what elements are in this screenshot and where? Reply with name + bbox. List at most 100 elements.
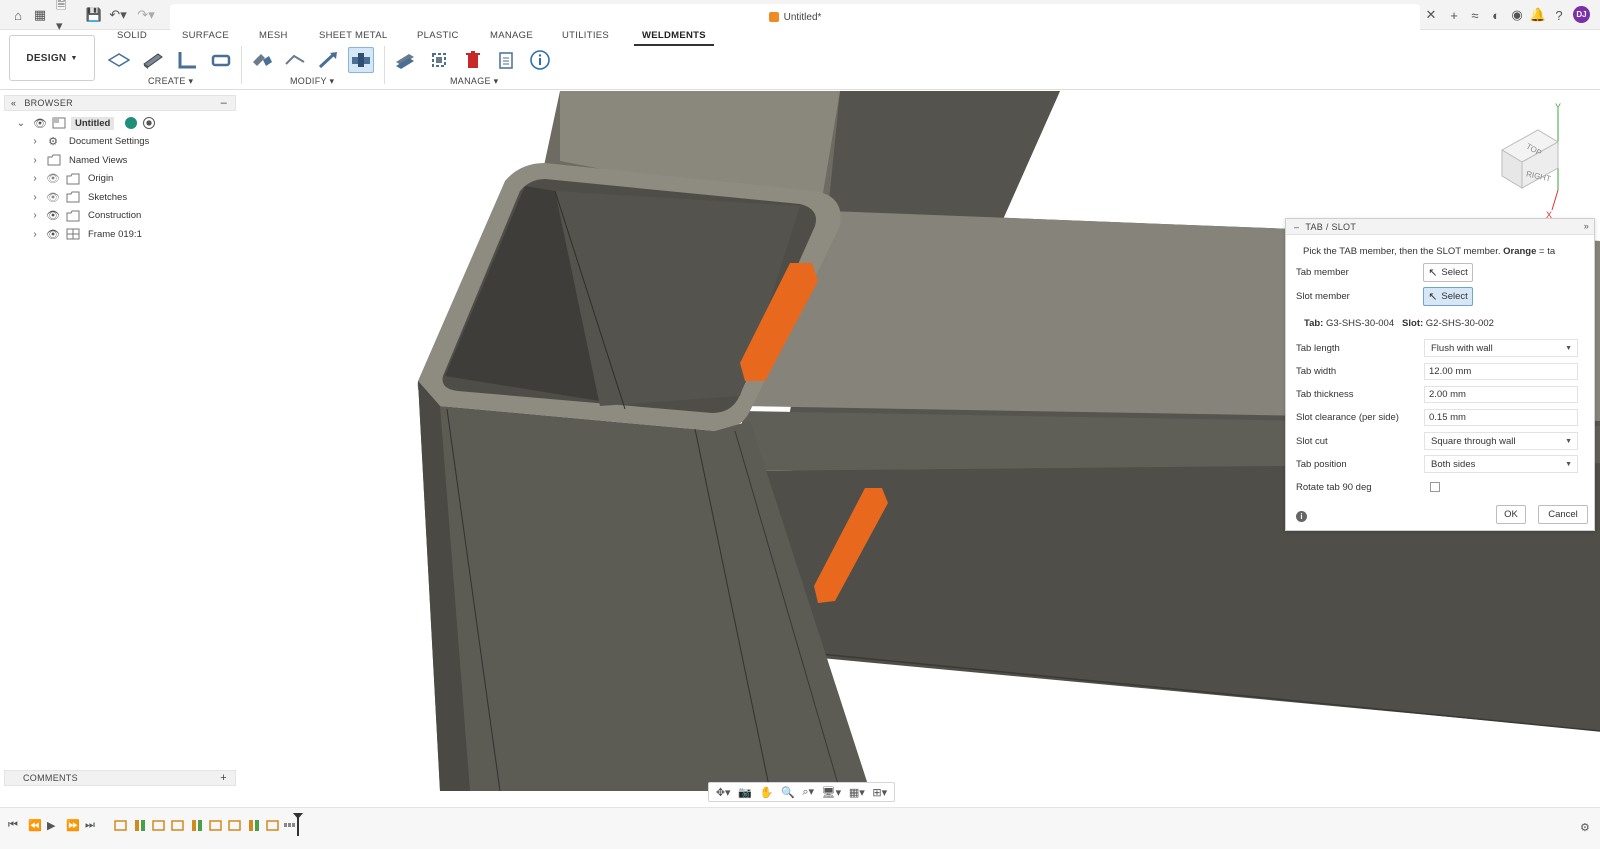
extensions-icon[interactable]: ◉	[1509, 7, 1525, 23]
data-panel-icon[interactable]: ≈	[1467, 7, 1483, 23]
home-icon[interactable]: ⌂	[10, 7, 26, 23]
version-badge-icon[interactable]	[125, 117, 137, 130]
tab-length-dropdown[interactable]: Flush with wall ▼	[1424, 339, 1578, 357]
display-settings-icon[interactable]: 🖥▾	[822, 786, 842, 799]
create-plane-tool[interactable]	[106, 47, 132, 73]
chevron-right-icon[interactable]: ›	[30, 155, 40, 166]
timeline-member-icon[interactable]	[133, 818, 147, 832]
chevron-down-icon[interactable]: ⌄	[16, 118, 26, 129]
browser-root-node[interactable]: ⌄ 👁 Untitled	[4, 114, 236, 133]
timeline-sketch-icon[interactable]	[152, 818, 166, 832]
browser-item-construction[interactable]: › 👁 Construction	[4, 207, 236, 226]
pan-icon[interactable]: ✋	[760, 786, 774, 799]
workspace-switcher[interactable]: DESIGN ▼	[9, 35, 95, 81]
minimize-icon[interactable]: –	[221, 97, 227, 109]
create-member-tool[interactable]	[140, 47, 166, 73]
timeline-sketch-icon[interactable]	[266, 818, 280, 832]
group-create-label[interactable]: CREATE ▾	[148, 76, 193, 87]
chevron-right-icon[interactable]: ›	[30, 229, 40, 240]
manage-members-tool[interactable]	[392, 47, 418, 73]
document-tab[interactable]: Untitled*	[170, 4, 1420, 30]
tab-utilities[interactable]: UTILITIES	[562, 30, 609, 46]
zoom-icon[interactable]: 🔍	[781, 786, 795, 799]
job-status-icon[interactable]: ◐	[1488, 7, 1504, 23]
user-avatar[interactable]: DJ	[1573, 6, 1590, 23]
tab-solid[interactable]: SOLID	[117, 30, 147, 46]
close-tab-icon[interactable]: ✕	[1423, 7, 1439, 23]
timeline-sketch-icon[interactable]	[228, 818, 242, 832]
tab-member-select-button[interactable]: ↖ Select	[1423, 262, 1473, 282]
eye-icon[interactable]: 👁	[46, 228, 60, 241]
rotate-tab-checkbox[interactable]	[1430, 482, 1440, 492]
create-tube-tool[interactable]	[208, 47, 234, 73]
tab-surface[interactable]: SURFACE	[182, 30, 229, 46]
chevron-right-icon[interactable]: ›	[30, 173, 40, 184]
add-comment-icon[interactable]: +	[220, 772, 227, 784]
slot-member-select-button[interactable]: ↖ Select	[1423, 286, 1473, 306]
eye-hidden-icon[interactable]: 👁	[46, 172, 60, 185]
tab-manage[interactable]: MANAGE	[490, 30, 533, 46]
timeline-sketch-icon[interactable]	[114, 818, 128, 832]
fit-icon[interactable]: ⌕▾	[802, 785, 814, 799]
chevron-right-icon[interactable]: ›	[30, 136, 40, 147]
timeline-settings-icon[interactable]: ⚙	[1580, 821, 1590, 834]
browser-item-origin[interactable]: › 👁 Origin	[4, 170, 236, 189]
eye-icon[interactable]: 👁	[33, 117, 47, 130]
manage-info-tool[interactable]	[527, 47, 553, 73]
manage-delete-tool[interactable]	[460, 47, 486, 73]
dialog-header[interactable]: – TAB / SLOT »	[1286, 219, 1594, 235]
create-profile-tool[interactable]	[174, 47, 200, 73]
help-icon[interactable]: ?	[1551, 7, 1567, 23]
browser-item-named-views[interactable]: › Named Views	[4, 151, 236, 170]
step-back-icon[interactable]: ⏪	[28, 819, 42, 832]
slot-clearance-input[interactable]: 0.15 mm	[1424, 408, 1578, 426]
step-forward-icon[interactable]: ⏩	[66, 819, 80, 832]
collapse-dialog-icon[interactable]: –	[1294, 222, 1299, 232]
modify-bend-tool[interactable]	[282, 47, 308, 73]
browser-item-frame[interactable]: › 👁 Frame 019:1	[4, 225, 236, 244]
tab-plastic[interactable]: PLASTIC	[417, 30, 459, 46]
modify-extend-tool[interactable]	[315, 47, 341, 73]
go-to-start-icon[interactable]: ⏮	[8, 819, 18, 832]
cancel-button[interactable]: Cancel	[1538, 505, 1588, 524]
look-at-icon[interactable]: 📷	[738, 786, 752, 799]
new-tab-icon[interactable]: +	[1446, 7, 1462, 23]
chevron-right-icon[interactable]: ›	[30, 210, 40, 221]
manage-cutlist-tool[interactable]	[493, 47, 519, 73]
tab-weldments[interactable]: WELDMENTS	[634, 30, 714, 46]
go-to-end-icon[interactable]: ⏭	[85, 819, 95, 832]
tab-width-input[interactable]: 12.00 mm	[1424, 362, 1578, 380]
file-menu-icon[interactable]: 🗎▾	[56, 0, 72, 33]
play-icon[interactable]: ▶	[47, 819, 55, 832]
ok-button[interactable]: OK	[1496, 505, 1526, 524]
timeline-marker[interactable]	[297, 816, 299, 836]
view-cube[interactable]: Y X TOP RIGHT	[1490, 100, 1580, 220]
grid-settings-icon[interactable]: ▦▾	[849, 786, 865, 799]
viewports-icon[interactable]: ⊞▾	[872, 786, 887, 799]
help-info-icon[interactable]: i	[1296, 511, 1307, 522]
tab-sheet-metal[interactable]: SHEET METAL	[319, 30, 387, 46]
browser-item-sketches[interactable]: › 👁 Sketches	[4, 188, 236, 207]
modify-miter-tool[interactable]	[249, 47, 275, 73]
undo-icon[interactable]: ↶▾	[109, 7, 126, 23]
eye-hidden-icon[interactable]: 👁	[46, 191, 60, 204]
activate-radio-icon[interactable]	[143, 117, 155, 130]
browser-header[interactable]: « BROWSER –	[4, 95, 236, 111]
group-manage-label[interactable]: MANAGE ▾	[450, 76, 498, 87]
grid-menu-icon[interactable]: ▦	[32, 7, 48, 23]
timeline-sketch-icon[interactable]	[171, 818, 185, 832]
group-modify-label[interactable]: MODIFY ▾	[290, 76, 334, 87]
tab-position-dropdown[interactable]: Both sides ▼	[1424, 455, 1578, 473]
timeline-member-icon[interactable]	[247, 818, 261, 832]
tab-thickness-input[interactable]: 2.00 mm	[1424, 385, 1578, 403]
collapse-panel-icon[interactable]: «	[11, 98, 16, 108]
modify-tab-slot-tool[interactable]	[348, 47, 374, 73]
timeline-sketch-icon[interactable]	[209, 818, 223, 832]
timeline-group-icon[interactable]	[283, 818, 297, 832]
slot-cut-dropdown[interactable]: Square through wall ▼	[1424, 432, 1578, 450]
redo-icon[interactable]: ↷▾	[137, 7, 154, 23]
save-icon[interactable]: 💾	[86, 7, 102, 23]
browser-item-document-settings[interactable]: › ⚙ Document Settings	[4, 133, 236, 152]
manage-frame-tool[interactable]	[426, 47, 452, 73]
eye-icon[interactable]: 👁	[46, 209, 60, 222]
